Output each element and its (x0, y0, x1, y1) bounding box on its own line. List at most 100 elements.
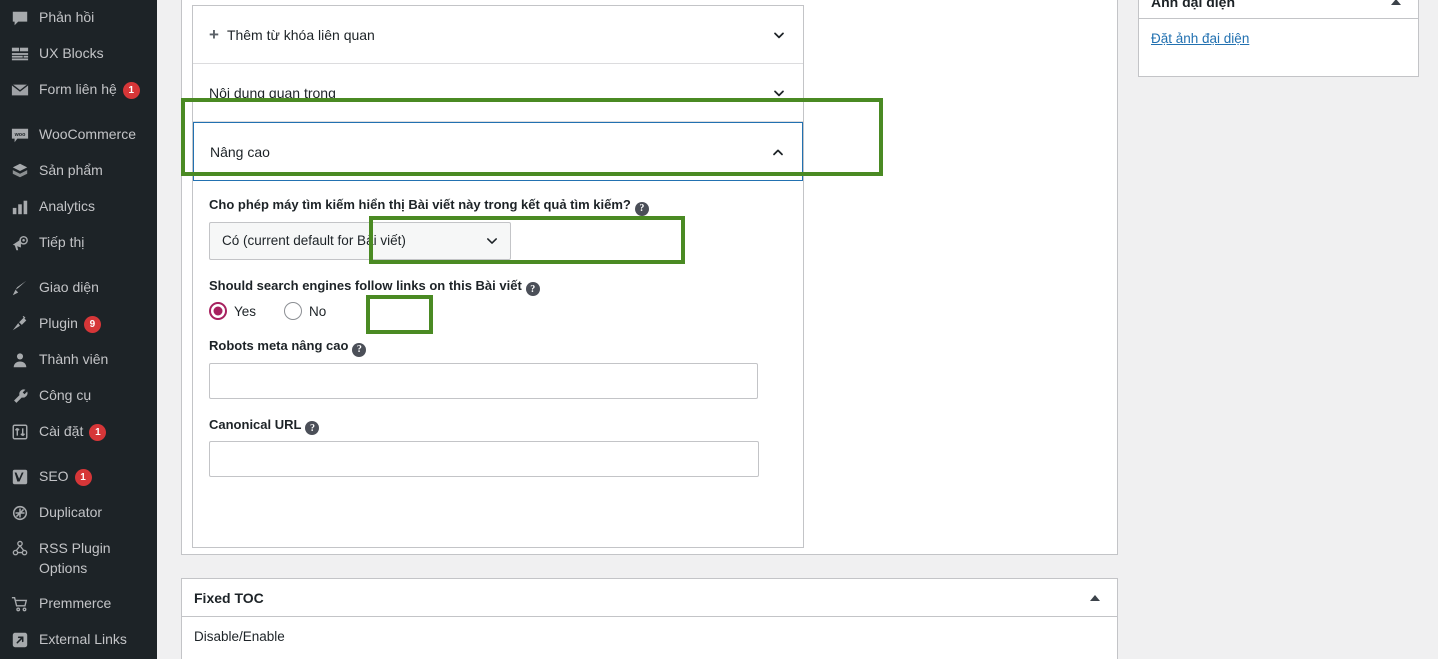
main-content-area: + Thêm từ khóa liên quan Nội dung quan t… (157, 0, 1438, 659)
box-icon (10, 161, 30, 181)
advanced-settings-body: Cho phép máy tìm kiếm hiển thị Bài viết … (193, 181, 803, 505)
follow-links-label-text: Should search engines follow links on th… (209, 277, 522, 293)
sidebar-item-rss-plugin-options[interactable]: RSS Plugin Options (0, 531, 157, 586)
set-featured-image-link[interactable]: Đặt ảnh đại diện (1151, 31, 1249, 46)
duplicator-icon (10, 503, 30, 523)
sidebar-item-plugin[interactable]: Plugin 9 (0, 306, 157, 342)
follow-links-radio-group: Yes No (209, 302, 787, 320)
section-advanced-toggle[interactable]: Nâng cao (194, 123, 802, 180)
sidebar-item-label: Thành viên (39, 351, 109, 368)
section-cornerstone-content: Nội dung quan trọng (193, 64, 803, 122)
robots-meta-input[interactable] (209, 362, 758, 399)
comment-icon (10, 8, 30, 28)
sidebar-item-label: Giao diện (39, 279, 99, 296)
help-icon[interactable]: ? (525, 282, 540, 296)
sidebar-item-ti-p-th[interactable]: Tiếp thị (0, 225, 157, 261)
plus-icon: + (209, 25, 219, 44)
sidebar-item-label: Tiếp thị (39, 234, 85, 251)
sidebar-item-label: WooCommerce (39, 126, 136, 143)
fixed-toc-disable-enable-label: Disable/Enable (194, 629, 285, 644)
menu-separator (0, 450, 157, 459)
chevron-down-icon (771, 27, 787, 43)
search-display-label: Cho phép máy tìm kiếm hiển thị Bài viết … (209, 197, 787, 216)
bar-chart-icon (10, 197, 30, 217)
featured-image-metabox: Ảnh đại diện Đặt ảnh đại diện (1138, 0, 1419, 77)
follow-links-radio-yes[interactable]: Yes (209, 302, 256, 320)
sidebar-item-ph-n-h-i[interactable]: Phản hồi (0, 0, 157, 36)
yoast-collapsible-group: + Thêm từ khóa liên quan Nội dung quan t… (192, 5, 804, 548)
sidebar-item-label: Analytics (39, 198, 96, 215)
sidebar-item-th-nh-vi-n[interactable]: Thành viên (0, 342, 157, 378)
radio-selected-icon (209, 302, 227, 320)
sidebar-item-label: Công cụ (39, 387, 92, 404)
woocommerce-icon: woo (10, 125, 30, 145)
sidebar-item-label: Duplicator (39, 504, 103, 521)
sidebar-item-label: Plugin (39, 315, 78, 332)
sidebar-item-label: External Links (39, 631, 127, 648)
sidebar-item-badge: 1 (89, 424, 107, 441)
sidebar-item-c-ng-c[interactable]: Công cụ (0, 378, 157, 414)
sidebar-item-label: UX Blocks (39, 45, 104, 62)
fixed-toc-title: Fixed TOC (194, 589, 264, 606)
fixed-toc-metabox: Fixed TOC Disable/Enable (181, 578, 1118, 659)
sidebar-item-premmerce[interactable]: Premmerce (0, 586, 157, 622)
fixed-toc-header: Fixed TOC (182, 579, 1117, 617)
help-icon[interactable]: ? (352, 342, 367, 357)
sidebar-item-label: SEO (39, 468, 69, 485)
sidebar-item-badge: 1 (122, 82, 140, 99)
canonical-url-label-text: Canonical URL (209, 416, 302, 432)
search-display-select[interactable]: Có (current default for Bài viết)Không (209, 221, 511, 260)
admin-sidebar-menu: Phản hồi UX Blocks Form liên hệ 1 woo WooComm… (0, 0, 157, 659)
svg-text:woo: woo (14, 132, 26, 138)
menu-separator (0, 108, 157, 117)
megaphone-icon (10, 233, 30, 253)
blocks-icon (10, 44, 30, 64)
sidebar-item-label: RSS Plugin Options (39, 540, 111, 576)
sidebar-item-label: Sản phẩm (39, 162, 103, 179)
sidebar-item-duplicator[interactable]: Duplicator (0, 495, 157, 531)
toggle-up-icon[interactable] (1386, 0, 1406, 12)
toggle-up-icon[interactable] (1085, 588, 1105, 608)
section-related-keyphrase-toggle[interactable]: + Thêm từ khóa liên quan (193, 6, 803, 63)
canonical-url-label: Canonical URL? (209, 416, 787, 435)
sidebar-item-label: Phản hồi (39, 9, 95, 26)
help-icon[interactable]: ? (305, 421, 320, 435)
sidebar-item-giao-di-n[interactable]: Giao diện (0, 270, 157, 306)
featured-image-header: Ảnh đại diện (1139, 0, 1418, 19)
yoast-icon (10, 467, 30, 487)
sidebar-item-analytics[interactable]: Analytics (0, 189, 157, 225)
robots-meta-label: Robots meta nâng cao? (209, 338, 787, 357)
chevron-up-icon (770, 144, 786, 160)
radio-unselected-icon (284, 302, 303, 320)
canonical-url-input[interactable] (209, 441, 759, 477)
search-display-label-text: Cho phép máy tìm kiếm hiển thị Bài viết … (209, 197, 631, 212)
sidebar-item-external-links[interactable]: External Links (0, 622, 157, 658)
section-related-keyphrase-title: Thêm từ khóa liên quan (226, 26, 375, 43)
sidebar-item-seo[interactable]: SEO 1 (0, 459, 157, 495)
sidebar-item-form-li-n-h[interactable]: Form liên hệ 1 (0, 72, 157, 108)
yoast-seo-metabox: + Thêm từ khóa liên quan Nội dung quan t… (181, 0, 1118, 555)
featured-image-body: Đặt ảnh đại diện (1139, 19, 1418, 58)
follow-links-no-label: No (309, 303, 327, 319)
sidebar-item-c-i-t[interactable]: Cài đặt 1 (0, 414, 157, 450)
paintbrush-icon (10, 278, 30, 298)
cart-icon (10, 594, 30, 614)
rss-network-icon (10, 539, 30, 559)
help-icon[interactable]: ? (634, 201, 649, 216)
admin-screen: Phản hồi UX Blocks Form liên hệ 1 woo WooComm… (0, 0, 1438, 659)
follow-links-radio-no[interactable]: No (284, 302, 326, 320)
section-related-keyphrase: + Thêm từ khóa liên quan (193, 6, 803, 64)
sidebar-item-s-n-ph-m[interactable]: Sản phẩm (0, 153, 157, 189)
chevron-down-icon (771, 85, 787, 101)
user-icon (10, 350, 30, 370)
section-cornerstone-content-title: Nội dung quan trọng (209, 84, 336, 101)
wrench-icon (10, 386, 30, 406)
section-cornerstone-content-toggle[interactable]: Nội dung quan trọng (193, 64, 803, 121)
sidebar-item-woocommerce[interactable]: woo WooCommerce (0, 117, 157, 153)
sidebar-item-ux-blocks[interactable]: UX Blocks (0, 36, 157, 72)
fixed-toc-body: Disable/Enable (182, 617, 1117, 656)
search-display-select-wrap: Có (current default for Bài viết)Không (209, 221, 511, 260)
sidebar-item-label: Premmerce (39, 595, 112, 612)
menu-separator (0, 261, 157, 270)
sidebar-item-badge: 1 (74, 469, 92, 486)
